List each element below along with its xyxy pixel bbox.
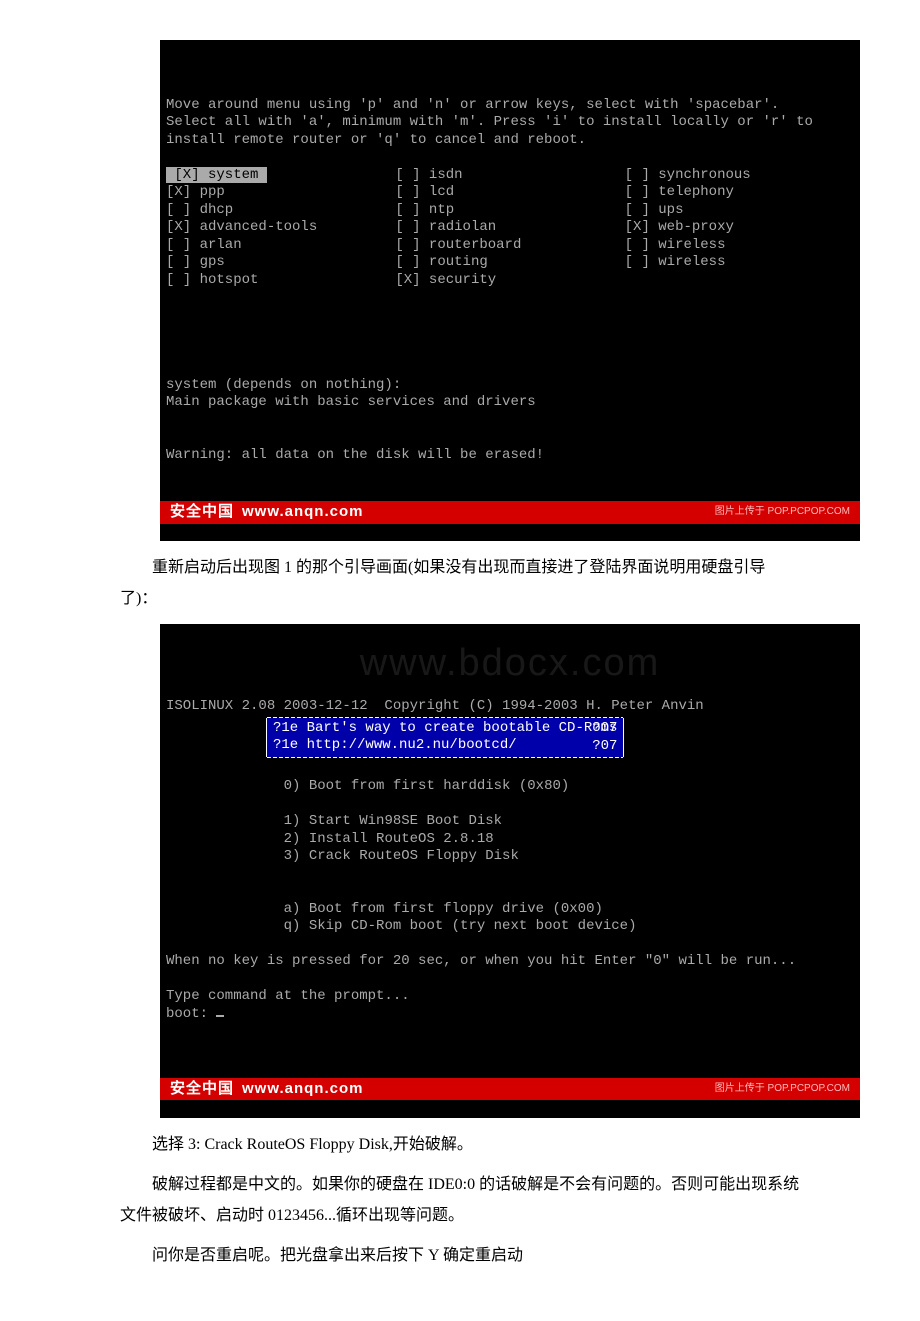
pkg-arlan[interactable]: [ ] arlan [166, 237, 242, 253]
pkg-hotspot[interactable]: [ ] hotspot [166, 272, 258, 288]
banner-code-1: ?07 [592, 720, 617, 738]
instructions-line: install remote router or 'q' to cancel a… [166, 132, 586, 148]
boot-option-1[interactable]: 1) Start Win98SE Boot Disk [284, 813, 502, 829]
depends-line: system (depends on nothing): [166, 377, 401, 393]
footer-url: www.anqn.com [242, 1080, 363, 1099]
pkg-telephony[interactable]: [ ] telephony [625, 184, 734, 200]
banner-line-2: ?1e http://www.nu2.nu/bootcd/ [273, 737, 517, 753]
boot-banner-box: ?1e Bart's way to create bootable CD-Rom… [266, 718, 624, 757]
package-description: Main package with basic services and dri… [166, 394, 536, 410]
footer-brand: 安全中国 [170, 503, 234, 522]
pkg-routerboard[interactable]: [ ] routerboard [395, 237, 521, 253]
banner-code-2: ?07 [592, 738, 617, 756]
pkg-ntp[interactable]: [ ] ntp [395, 202, 454, 218]
boot-option-q[interactable]: q) Skip CD-Rom boot (try next boot devic… [284, 918, 637, 934]
boot-option-a[interactable]: a) Boot from first floppy drive (0x00) [284, 901, 603, 917]
pkg-synchronous[interactable]: [ ] synchronous [625, 167, 751, 183]
boot-option-2[interactable]: 2) Install RouteOS 2.8.18 [284, 831, 494, 847]
body-paragraph: 破解过程都是中文的。如果你的硬盘在 IDE0:0 的话破解是不会有问题的。否则可… [120, 1170, 800, 1231]
footer-attribution: 图片上传于 POP.PCPOP.COM [715, 1083, 850, 1096]
pkg-system[interactable]: [X] system [166, 167, 267, 183]
package-columns: [X] system [X] ppp [ ] dhcp [X] advanced… [166, 167, 854, 290]
image-footer-bar: 安全中国 www.anqn.com 图片上传于 POP.PCPOP.COM [160, 1078, 860, 1101]
prompt-label: Type command at the prompt... [166, 988, 410, 1004]
pkg-routing[interactable]: [ ] routing [395, 254, 487, 270]
boot-option-3[interactable]: 3) Crack RouteOS Floppy Disk [284, 848, 519, 864]
boot-hint: When no key is pressed for 20 sec, or wh… [166, 953, 796, 969]
body-paragraph: 问你是否重启呢。把光盘拿出来后按下 Y 确定重启动 [120, 1241, 800, 1271]
boot-menu-terminal: www.bdocx.com ISOLINUX 2.08 2003-12-12 C… [160, 624, 860, 1118]
package-col-1: [X] system [X] ppp [ ] dhcp [X] advanced… [166, 167, 395, 290]
pkg-wireless-2[interactable]: [ ] wireless [625, 254, 726, 270]
warning-line: Warning: all data on the disk will be er… [166, 447, 544, 463]
package-col-3: [ ] synchronous [ ] telephony [ ] ups [X… [625, 167, 854, 290]
pkg-security[interactable]: [X] security [395, 272, 496, 288]
pkg-web-proxy[interactable]: [X] web-proxy [625, 219, 734, 235]
body-paragraph: 重新启动后出现图 1 的那个引导画面(如果没有出现而直接进了登陆界面说明用硬盘引… [120, 553, 800, 614]
footer-brand: 安全中国 [170, 1080, 234, 1099]
isolinux-header: ISOLINUX 2.08 2003-12-12 Copyright (C) 1… [166, 698, 704, 714]
instructions-line: Select all with 'a', minimum with 'm'. P… [166, 114, 813, 130]
pkg-ups[interactable]: [ ] ups [625, 202, 684, 218]
pkg-isdn[interactable]: [ ] isdn [395, 167, 462, 183]
footer-url: www.anqn.com [242, 503, 363, 522]
cursor-icon [216, 1015, 224, 1017]
footer-attribution: 图片上传于 POP.PCPOP.COM [715, 506, 850, 519]
pkg-radiolan[interactable]: [ ] radiolan [395, 219, 496, 235]
body-paragraph: 选择 3: Crack RouteOS Floppy Disk,开始破解。 [120, 1130, 800, 1160]
boot-prompt[interactable]: boot: [166, 1006, 216, 1022]
install-menu-terminal: Move around menu using 'p' and 'n' or ar… [160, 40, 860, 541]
pkg-lcd[interactable]: [ ] lcd [395, 184, 454, 200]
pkg-gps[interactable]: [ ] gps [166, 254, 225, 270]
banner-line-1: ?1e Bart's way to create bootable CD-Rom… [273, 720, 617, 736]
pkg-advanced-tools[interactable]: [X] advanced-tools [166, 219, 317, 235]
pkg-ppp[interactable]: [X] ppp [166, 184, 225, 200]
pkg-dhcp[interactable]: [ ] dhcp [166, 202, 233, 218]
package-col-2: [ ] isdn [ ] lcd [ ] ntp [ ] radiolan [ … [395, 167, 624, 290]
pkg-wireless[interactable]: [ ] wireless [625, 237, 726, 253]
instructions-line: Move around menu using 'p' and 'n' or ar… [166, 97, 779, 113]
boot-option-0[interactable]: 0) Boot from first harddisk (0x80) [284, 778, 570, 794]
image-footer-bar: 安全中国 www.anqn.com 图片上传于 POP.PCPOP.COM [160, 501, 860, 524]
